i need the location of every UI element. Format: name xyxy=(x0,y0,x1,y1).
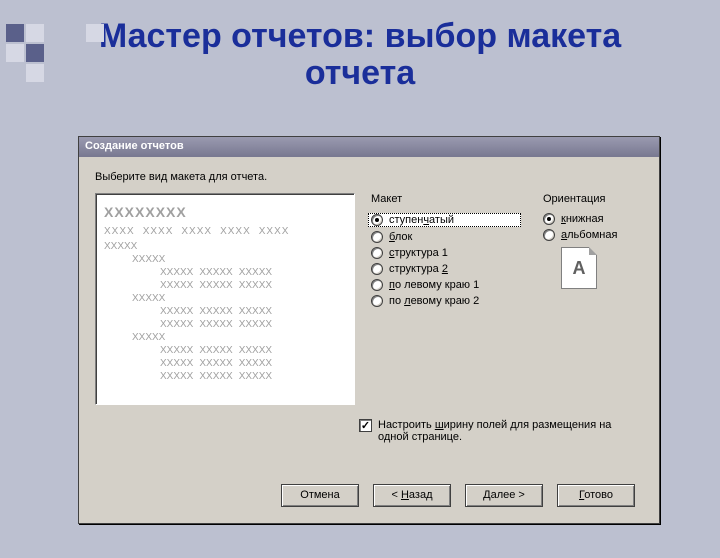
layout-option-align-left1[interactable]: по левому краю 1 xyxy=(371,279,521,291)
layout-option-outline1[interactable]: структура 1 xyxy=(371,247,521,259)
orientation-group-label: Ориентация xyxy=(543,193,617,205)
layout-preview: XXXXXXXX XXXXXXXXXXXXXXXXXXXX XXXXX XXXX… xyxy=(95,193,355,405)
next-button[interactable]: Далее > xyxy=(465,484,543,507)
radio-icon xyxy=(371,295,383,307)
back-button[interactable]: < Назад xyxy=(373,484,451,507)
dialog-titlebar: Создание отчетов xyxy=(79,137,659,157)
option-label: ступенчатый xyxy=(389,214,454,226)
option-label: альбомная xyxy=(561,229,617,241)
finish-button[interactable]: Готово xyxy=(557,484,635,507)
orientation-group: Ориентация книжная альбомная A xyxy=(543,193,617,405)
option-label: по левому краю 2 xyxy=(389,295,479,307)
layout-group: Макет ступенчатый блок структура 1 струк… xyxy=(371,193,521,405)
layout-option-block[interactable]: блок xyxy=(371,231,521,243)
layout-group-label: Макет xyxy=(371,193,521,205)
radio-icon xyxy=(543,213,555,225)
slide-corner-decoration xyxy=(0,18,110,88)
layout-option-outline2[interactable]: структура 2 xyxy=(371,263,521,275)
option-label: блок xyxy=(389,231,412,243)
option-label: по левому краю 1 xyxy=(389,279,479,291)
orientation-preview-icon: A xyxy=(561,247,597,289)
checkbox-icon: ✓ xyxy=(359,419,372,432)
radio-icon xyxy=(371,231,383,243)
option-label: книжная xyxy=(561,213,604,225)
orientation-option-landscape[interactable]: альбомная xyxy=(543,229,617,241)
radio-icon xyxy=(371,279,383,291)
cancel-button[interactable]: Отмена xyxy=(281,484,359,507)
radio-icon xyxy=(543,229,555,241)
adjust-width-option[interactable]: ✓ Настроить ширину полей для размещения … xyxy=(359,419,619,443)
orientation-option-portrait[interactable]: книжная xyxy=(543,213,617,225)
radio-icon xyxy=(371,214,383,226)
layout-option-align-left2[interactable]: по левому краю 2 xyxy=(371,295,521,307)
radio-icon xyxy=(371,247,383,259)
layout-option-stepped[interactable]: ступенчатый xyxy=(368,213,521,227)
radio-icon xyxy=(371,263,383,275)
checkbox-label: Настроить ширину полей для размещения на… xyxy=(378,419,619,443)
dialog-instruction: Выберите вид макета для отчета. xyxy=(79,157,659,193)
page-title: Мастер отчетов: выбор макета отчета xyxy=(40,18,680,93)
option-label: структура 2 xyxy=(389,263,448,275)
option-label: структура 1 xyxy=(389,247,448,259)
wizard-dialog: Создание отчетов Выберите вид макета для… xyxy=(78,136,660,524)
